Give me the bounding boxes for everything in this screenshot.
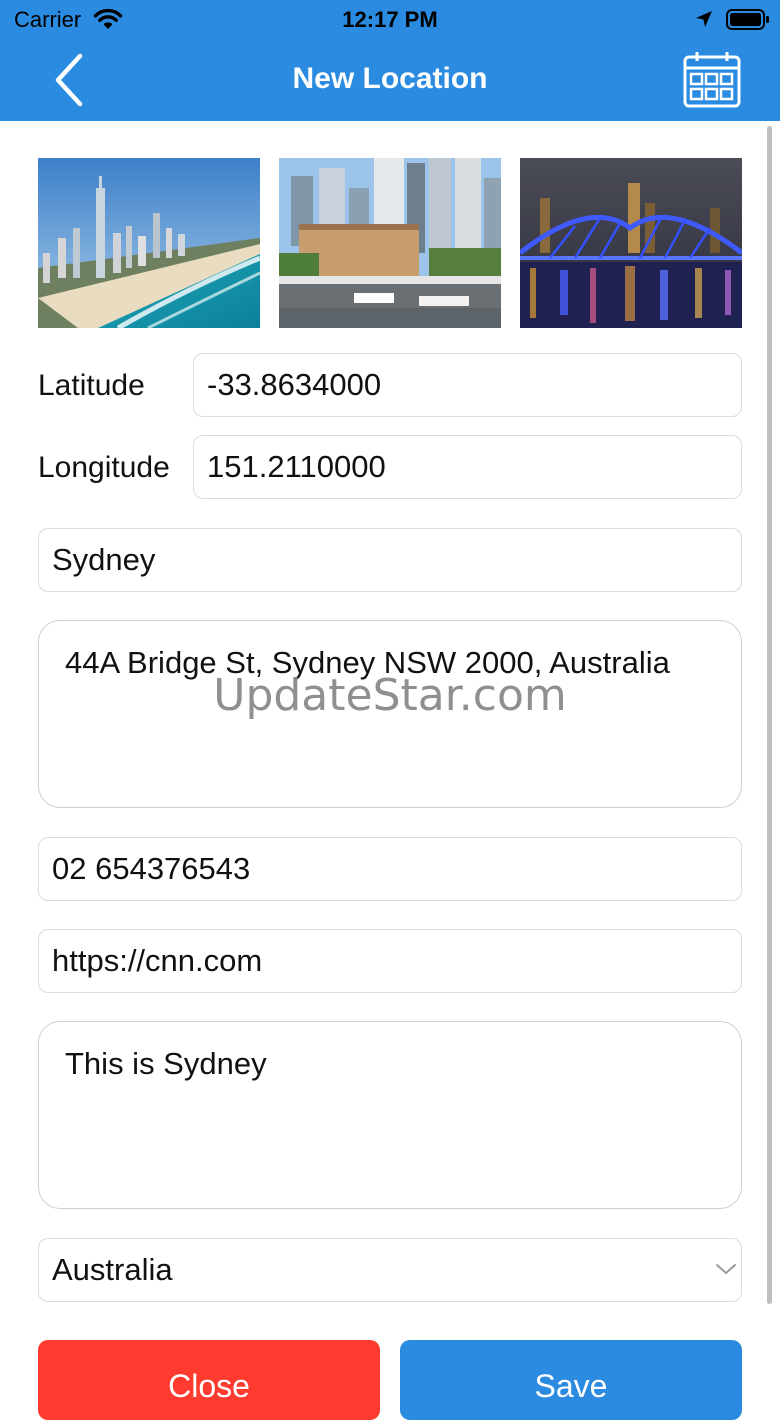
- photo-brisbane-river-city[interactable]: [279, 158, 501, 328]
- latitude-value: -33.8634000: [207, 367, 382, 402]
- battery-icon: [726, 9, 769, 30]
- latitude-input[interactable]: -33.8634000: [193, 353, 742, 417]
- chevron-down-icon: [716, 1264, 736, 1274]
- photo-story-bridge-night[interactable]: [520, 158, 742, 328]
- notes-textarea[interactable]: This is Sydney: [38, 1021, 742, 1209]
- phone-value: 02 654376543: [52, 851, 251, 886]
- status-bar: Carrier 12:17 PM: [0, 0, 780, 42]
- longitude-input[interactable]: 151.2110000: [193, 435, 742, 499]
- notes-value: This is Sydney: [65, 1046, 267, 1081]
- latitude-label: Latitude: [38, 369, 145, 402]
- navigation-header: Carrier 12:17 PM New Location: [0, 0, 780, 121]
- photo-gold-coast-beach[interactable]: [38, 158, 260, 328]
- location-arrow-icon: [696, 11, 712, 27]
- longitude-label: Longitude: [38, 451, 170, 484]
- country-select[interactable]: Australia: [38, 1238, 742, 1302]
- watermark: UpdateStar.com: [213, 670, 567, 721]
- country-value: Australia: [52, 1252, 173, 1287]
- page-title: New Location: [292, 62, 488, 95]
- close-button[interactable]: Close: [38, 1340, 380, 1420]
- location-name-value: Sydney: [52, 542, 156, 577]
- website-value: https://cnn.com: [52, 943, 263, 978]
- phone-input[interactable]: 02 654376543: [38, 837, 742, 901]
- status-time: 12:17 PM: [342, 7, 438, 32]
- save-button[interactable]: Save: [400, 1340, 742, 1420]
- longitude-value: 151.2110000: [207, 449, 386, 484]
- calendar-icon[interactable]: [682, 50, 742, 110]
- website-input[interactable]: https://cnn.com: [38, 929, 742, 993]
- location-name-input[interactable]: Sydney: [38, 528, 742, 592]
